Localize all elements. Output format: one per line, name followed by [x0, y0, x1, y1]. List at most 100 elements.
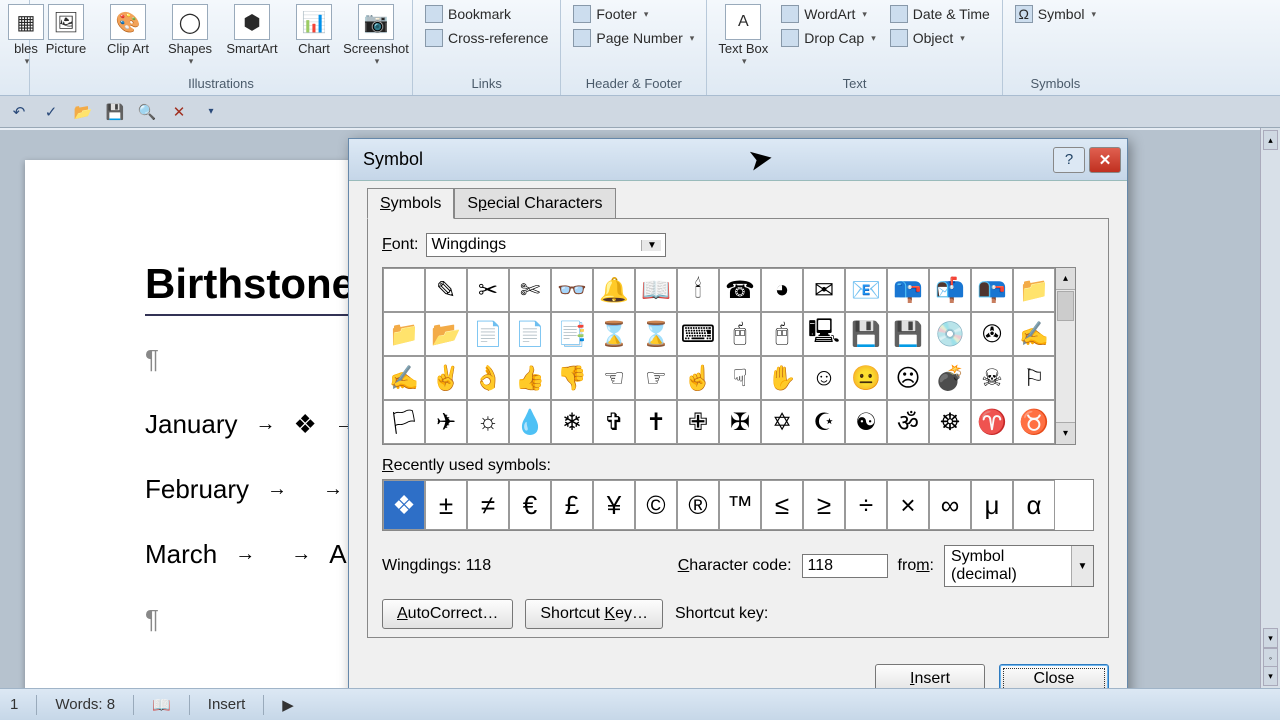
shortcutkey-button[interactable]: Shortcut Key… — [525, 599, 663, 629]
symbol-cell[interactable]: 💾 — [887, 312, 929, 356]
close-icon[interactable]: ✕ — [168, 101, 190, 123]
recent-symbol-cell[interactable]: © — [635, 480, 677, 530]
symbol-cell[interactable]: ☼ — [467, 400, 509, 444]
symbol-cell[interactable]: ✍ — [383, 356, 425, 400]
symbol-cell[interactable]: ☟ — [719, 356, 761, 400]
symbol-cell[interactable]: 👓 — [551, 268, 593, 312]
recent-symbol-cell[interactable]: ™ — [719, 480, 761, 530]
recent-symbol-cell[interactable]: μ — [971, 480, 1013, 530]
symbol-cell[interactable]: 📁 — [1013, 268, 1055, 312]
footer-button[interactable]: Footer▾ — [567, 2, 700, 26]
symbol-cell[interactable]: 🏳 — [383, 400, 425, 444]
tab-symbols[interactable]: Symbols — [367, 188, 454, 219]
symbol-cell[interactable]: 📄 — [467, 312, 509, 356]
recent-symbol-cell[interactable]: ± — [425, 480, 467, 530]
symbol-cell[interactable]: ✙ — [677, 400, 719, 444]
symbol-cell[interactable]: 👎 — [551, 356, 593, 400]
recent-symbol-cell[interactable]: ® — [677, 480, 719, 530]
symbol-cell[interactable]: ◕ — [761, 268, 803, 312]
symbol-cell[interactable]: 📄 — [509, 312, 551, 356]
crossref-button[interactable]: Cross-reference — [419, 26, 554, 50]
object-button[interactable]: Object▾ — [884, 26, 996, 50]
spellcheck-icon[interactable]: ✓ — [40, 101, 62, 123]
charcode-input[interactable] — [802, 554, 888, 578]
from-combobox[interactable]: Symbol (decimal) ▼ — [944, 545, 1094, 587]
undo-icon[interactable]: ↶ — [8, 101, 30, 123]
recent-symbol-cell[interactable]: ∞ — [929, 480, 971, 530]
bookmark-button[interactable]: Bookmark — [419, 2, 554, 26]
textbox-button[interactable]: AText Box▾ — [713, 2, 773, 69]
grid-scrollbar[interactable]: ▴▾ — [1056, 267, 1076, 445]
recent-symbol-cell[interactable]: ≠ — [467, 480, 509, 530]
symbol-cell[interactable]: ✝ — [635, 400, 677, 444]
symbol-cell[interactable]: ✋ — [761, 356, 803, 400]
symbol-cell[interactable]: ☯ — [845, 400, 887, 444]
symbol-cell[interactable]: 🖰 — [719, 312, 761, 356]
status-words[interactable]: Words: 8 — [55, 696, 115, 713]
symbol-cell[interactable]: ✄ — [509, 268, 551, 312]
symbol-cell[interactable]: 👍 — [509, 356, 551, 400]
symbol-cell[interactable]: 📑 — [551, 312, 593, 356]
symbol-cell[interactable]: 📁 — [383, 312, 425, 356]
symbol-cell[interactable]: ⌛ — [593, 312, 635, 356]
autocorrect-button[interactable]: AutoCorrect… — [382, 599, 513, 629]
symbol-cell[interactable]: ✂ — [467, 268, 509, 312]
recent-symbol-cell[interactable]: ÷ — [845, 480, 887, 530]
symbol-cell[interactable]: 🔔 — [593, 268, 635, 312]
save-icon[interactable]: 💾 — [104, 101, 126, 123]
recent-symbol-cell[interactable]: ¥ — [593, 480, 635, 530]
symbol-cell[interactable]: 🕯 — [677, 268, 719, 312]
open-icon[interactable]: 📂 — [72, 101, 94, 123]
symbol-cell[interactable]: ☺ — [803, 356, 845, 400]
recent-symbol-cell[interactable]: ≤ — [761, 480, 803, 530]
symbol-cell[interactable]: ⚐ — [1013, 356, 1055, 400]
symbol-cell[interactable]: ♈ — [971, 400, 1013, 444]
symbol-cell[interactable]: ☸ — [929, 400, 971, 444]
symbol-cell[interactable]: ✍ — [1013, 312, 1055, 356]
symbol-cell[interactable]: ॐ — [887, 400, 929, 444]
recent-symbol-cell[interactable]: ≥ — [803, 480, 845, 530]
symbol-cell[interactable]: ♉ — [1013, 400, 1055, 444]
symbol-cell[interactable]: 💣 — [929, 356, 971, 400]
symbol-cell[interactable]: 📂 — [425, 312, 467, 356]
symbol-cell[interactable]: ❄ — [551, 400, 593, 444]
tab-special-characters[interactable]: Special Characters — [454, 188, 615, 219]
recent-symbol-cell[interactable]: ❖ — [383, 480, 425, 530]
macro-icon[interactable]: ▶ — [282, 696, 294, 714]
symbol-cell[interactable]: ✡ — [761, 400, 803, 444]
symbol-cell[interactable]: ☞ — [635, 356, 677, 400]
symbol-cell[interactable]: 🖰 — [761, 312, 803, 356]
status-mode[interactable]: Insert — [208, 696, 246, 713]
symbol-cell[interactable]: ☠ — [971, 356, 1013, 400]
symbol-cell[interactable]: 💾 — [845, 312, 887, 356]
symbol-cell[interactable]: ⌛ — [635, 312, 677, 356]
dialog-titlebar[interactable]: Symbol ? ✕ — [349, 139, 1127, 181]
wordart-button[interactable]: WordArt▾ — [775, 2, 881, 26]
symbol-cell[interactable]: ☎ — [719, 268, 761, 312]
recent-symbol-cell[interactable]: α — [1013, 480, 1055, 530]
symbol-cell[interactable]: 📧 — [845, 268, 887, 312]
symbol-cell[interactable]: ✇ — [971, 312, 1013, 356]
qat-dropdown-icon[interactable]: ▾ — [200, 101, 222, 123]
symbol-cell[interactable]: 👌 — [467, 356, 509, 400]
status-page[interactable]: 1 — [10, 696, 18, 713]
screenshot-button[interactable]: 📷Screenshot▾ — [346, 2, 406, 69]
symbol-cell[interactable]: 📭 — [971, 268, 1013, 312]
symbol-cell[interactable]: 💿 — [929, 312, 971, 356]
chevron-down-icon[interactable]: ▼ — [1071, 546, 1093, 586]
recent-symbol-cell[interactable]: € — [509, 480, 551, 530]
vertical-scrollbar[interactable]: ▴ ▾ ◦ ▾ — [1260, 128, 1280, 688]
smartart-button[interactable]: ⬢SmartArt — [222, 2, 282, 58]
datetime-button[interactable]: Date & Time — [884, 2, 996, 26]
symbol-cell[interactable]: ✈ — [425, 400, 467, 444]
symbol-cell[interactable]: 😐 — [845, 356, 887, 400]
dropcap-button[interactable]: Drop Cap▾ — [775, 26, 881, 50]
symbol-cell[interactable]: ☪ — [803, 400, 845, 444]
chart-button[interactable]: 📊Chart — [284, 2, 344, 58]
picture-button[interactable]: 🖼Picture — [36, 2, 96, 58]
symbol-cell[interactable]: ✉ — [803, 268, 845, 312]
symbol-cell[interactable]: 💧 — [509, 400, 551, 444]
font-combobox[interactable]: Wingdings ▼ — [426, 233, 666, 257]
symbol-cell[interactable]: ☹ — [887, 356, 929, 400]
shapes-button[interactable]: ◯Shapes▾ — [160, 2, 220, 69]
